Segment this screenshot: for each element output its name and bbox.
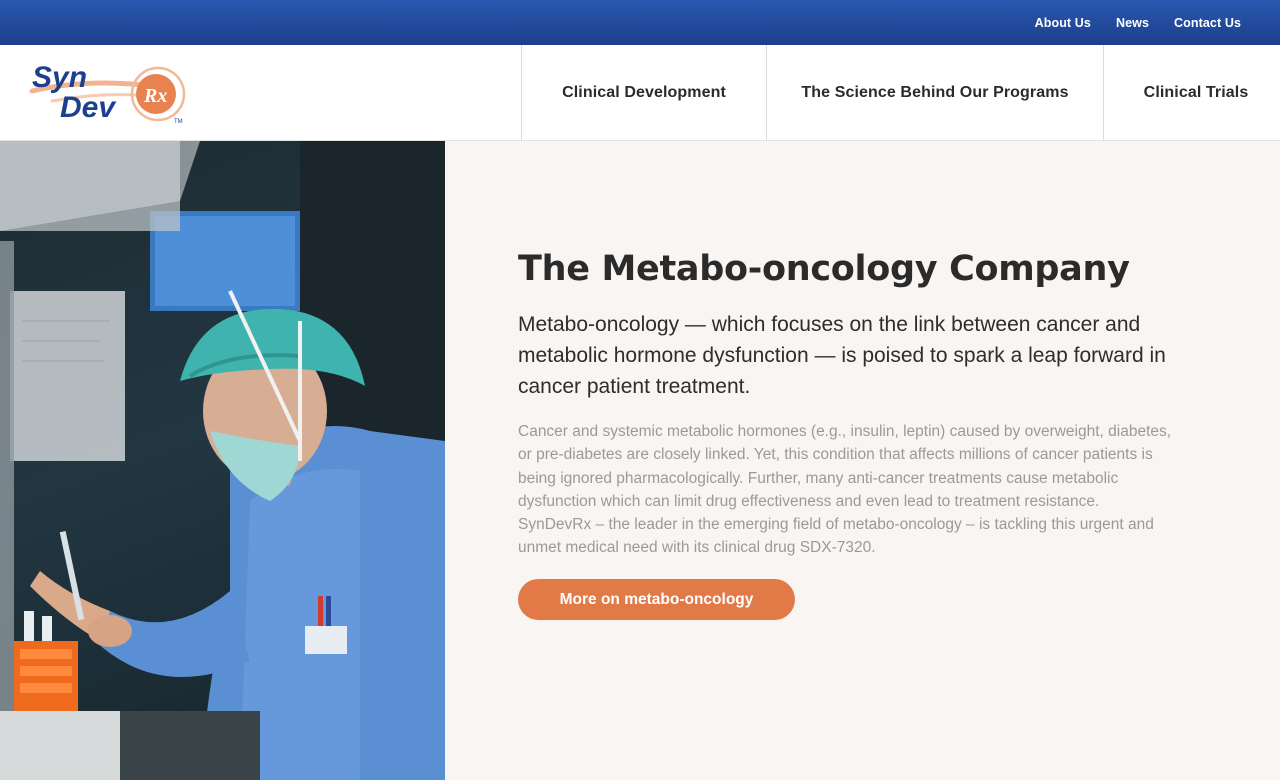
hero-section: The Metabo-oncology Company Metabo-oncol… xyxy=(0,141,1280,780)
hero-body-paragraph-1: Cancer and systemic metabolic hormones (… xyxy=(518,423,1172,510)
syndevrx-logo[interactable]: Rx Syn Dev TM xyxy=(24,57,194,129)
logo-word-dev: Dev xyxy=(60,91,117,124)
more-on-metabo-oncology-button[interactable]: More on metabo-oncology xyxy=(518,578,795,620)
nav-clinical-development[interactable]: Clinical Development xyxy=(521,45,766,141)
nav-science-behind-programs[interactable]: The Science Behind Our Programs xyxy=(766,45,1103,141)
news-link[interactable]: News xyxy=(1116,16,1149,30)
photo-illustration xyxy=(0,141,445,780)
logo-trademark: TM xyxy=(174,119,183,125)
lab-researcher-photo xyxy=(0,141,445,780)
nav-clinical-trials[interactable]: Clinical Trials xyxy=(1103,45,1280,141)
about-us-link[interactable]: About Us xyxy=(1035,16,1091,30)
hero-content: The Metabo-oncology Company Metabo-oncol… xyxy=(445,141,1280,780)
hero-body-paragraph-2: SynDevRx – the leader in the emerging fi… xyxy=(518,516,1154,557)
site-header: Rx Syn Dev TM Clinical Development The S… xyxy=(0,45,1280,141)
contact-us-link[interactable]: Contact Us xyxy=(1174,16,1241,30)
logo-badge-text: Rx xyxy=(143,85,167,107)
main-nav: Clinical Development The Science Behind … xyxy=(521,45,1280,141)
utility-bar: About Us News Contact Us xyxy=(0,0,1280,45)
hero-lead-text: Metabo-oncology — which focuses on the l… xyxy=(518,313,1166,398)
logo-graphic: Rx Syn Dev TM xyxy=(29,61,186,125)
hero-title: The Metabo-oncology Company xyxy=(518,249,1130,289)
logo-word-syn: Syn xyxy=(32,61,87,94)
hero-body-text: Cancer and systemic metabolic hormones (… xyxy=(518,420,1188,560)
